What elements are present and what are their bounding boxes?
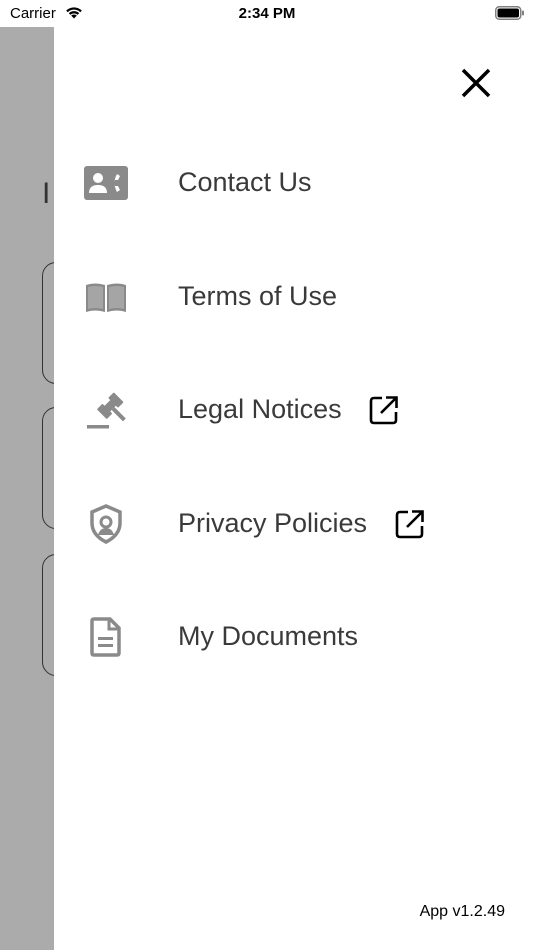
menu-item-legal-notices[interactable]: Legal Notices: [54, 370, 534, 450]
menu-item-label: Legal Notices: [178, 394, 342, 424]
external-link-icon: [395, 510, 424, 539]
background-title: I: [42, 177, 51, 210]
dimmed-background-screen[interactable]: I: [0, 27, 54, 950]
status-bar: Carrier 2:34 PM: [0, 0, 534, 27]
close-icon: [461, 68, 491, 98]
background-card: [42, 407, 54, 529]
background-card: [42, 262, 54, 384]
status-time: 2:34 PM: [238, 5, 296, 22]
background-card: [42, 554, 54, 676]
menu-item-privacy-policies[interactable]: Privacy Policies: [54, 484, 534, 564]
shield-icon: [84, 504, 128, 544]
menu-item-contact-us[interactable]: Contact Us: [54, 143, 534, 223]
app-version: App v1.2.49: [419, 903, 505, 920]
menu-item-label: My Documents: [178, 621, 359, 651]
menu-item-terms-of-use[interactable]: Terms of Use: [54, 257, 534, 337]
screen: Carrier 2:34 PM I Contact Us Terms of Us…: [0, 0, 534, 950]
gavel-icon: [84, 390, 128, 430]
external-link-icon: [369, 396, 398, 425]
side-drawer: Contact Us Terms of Use Legal Notices Pr…: [54, 27, 534, 950]
battery-icon: [495, 6, 525, 25]
close-button[interactable]: [456, 63, 496, 103]
document-icon: [84, 617, 128, 657]
menu-item-my-documents[interactable]: My Documents: [54, 597, 534, 677]
menu-item-label: Contact Us: [178, 167, 312, 197]
contact-card-icon: [84, 163, 128, 203]
menu-item-label: Terms of Use: [178, 281, 338, 311]
menu-item-label: Privacy Policies: [178, 508, 368, 538]
open-book-icon: [84, 277, 128, 317]
